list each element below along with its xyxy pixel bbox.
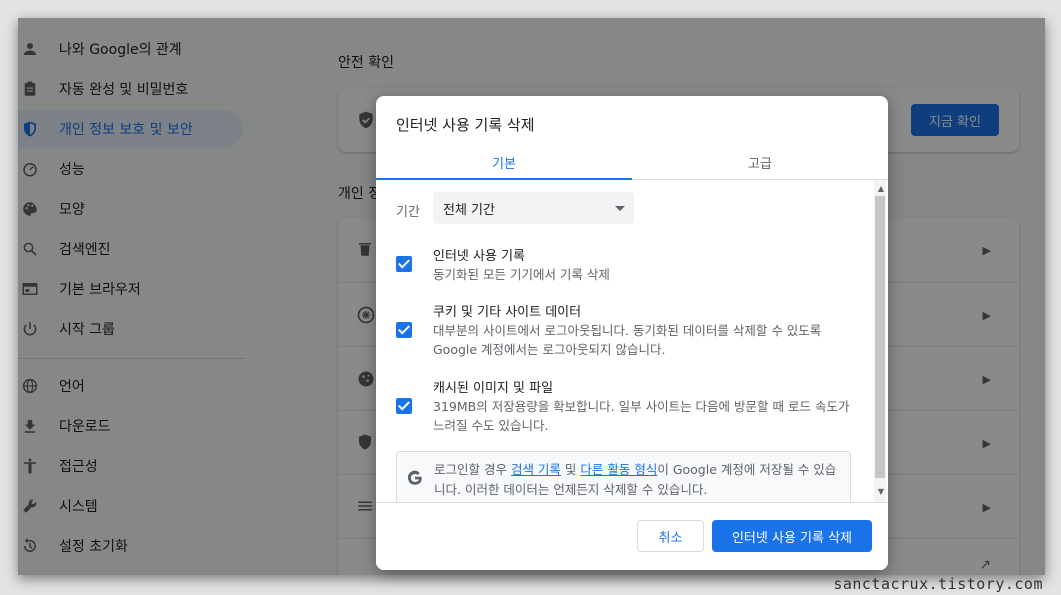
option-title: 인터넷 사용 기록 xyxy=(433,249,525,264)
other-activity-link[interactable]: 다른 활동 형식 xyxy=(580,462,657,477)
google-account-notice: 로그인할 경우 검색 기록 및 다른 활동 형식이 Google 계정에 저장될… xyxy=(396,451,851,502)
time-range-value: 전체 기간 xyxy=(443,202,495,218)
dialog-title: 인터넷 사용 기록 삭제 xyxy=(396,116,535,134)
notice-text: 로그인할 경우 검색 기록 및 다른 활동 형식이 Google 계정에 저장될… xyxy=(434,460,844,500)
cache-checkbox[interactable] xyxy=(396,398,412,414)
search-history-link[interactable]: 검색 기록 xyxy=(511,462,561,477)
notice-prefix: 로그인할 경우 xyxy=(434,462,511,477)
browsing-history-checkbox[interactable] xyxy=(396,256,412,272)
clear-data-button[interactable]: 인터넷 사용 기록 삭제 xyxy=(712,520,872,552)
option-browsing-history: 인터넷 사용 기록 동기화된 모든 기기에서 기록 삭제 xyxy=(396,245,856,285)
google-g-icon xyxy=(406,469,424,487)
time-range-select[interactable]: 전체 기간 xyxy=(433,192,634,224)
scrollbar-thumb[interactable] xyxy=(875,196,885,478)
dialog-footer: 취소 인터넷 사용 기록 삭제 xyxy=(376,502,888,570)
cancel-button[interactable]: 취소 xyxy=(637,520,704,552)
dialog-body: 기간 전체 기간 인터넷 사용 기록 동기화된 모든 기기에서 기록 삭제 쿠키… xyxy=(376,180,888,502)
option-cookies: 쿠키 및 기타 사이트 데이터 대부분의 사이트에서 로그아웃됩니다. 동기화된… xyxy=(396,301,856,361)
dropdown-arrow-icon xyxy=(615,206,625,211)
option-cache: 캐시된 이미지 및 파일 319MB의 저장용량을 확보합니다. 일부 사이트는… xyxy=(396,377,856,437)
option-title: 캐시된 이미지 및 파일 xyxy=(433,381,554,396)
time-range-label: 기간 xyxy=(396,205,420,220)
option-description: 대부분의 사이트에서 로그아웃됩니다. 동기화된 데이터를 삭제할 수 있도록 … xyxy=(433,323,822,357)
clear-browsing-data-dialog: 인터넷 사용 기록 삭제 기본 고급 기간 전체 기간 인터넷 사용 기록 동기… xyxy=(376,96,888,570)
option-description: 동기화된 모든 기기에서 기록 삭제 xyxy=(433,267,610,282)
watermark-text: sanctacrux.tistory.com xyxy=(833,575,1043,593)
tab-basic[interactable]: 기본 xyxy=(376,146,632,180)
cookies-checkbox[interactable] xyxy=(396,322,412,338)
tab-advanced[interactable]: 고급 xyxy=(632,146,888,179)
notice-mid: 및 xyxy=(560,462,581,477)
scroll-down-icon[interactable]: ▼ xyxy=(878,487,884,496)
scroll-up-icon[interactable]: ▲ xyxy=(878,184,884,193)
dialog-tabs: 기본 고급 xyxy=(376,146,888,180)
option-title: 쿠키 및 기타 사이트 데이터 xyxy=(433,305,582,320)
option-description: 319MB의 저장용량을 확보합니다. 일부 사이트는 다음에 방문할 때 로드… xyxy=(433,399,850,433)
